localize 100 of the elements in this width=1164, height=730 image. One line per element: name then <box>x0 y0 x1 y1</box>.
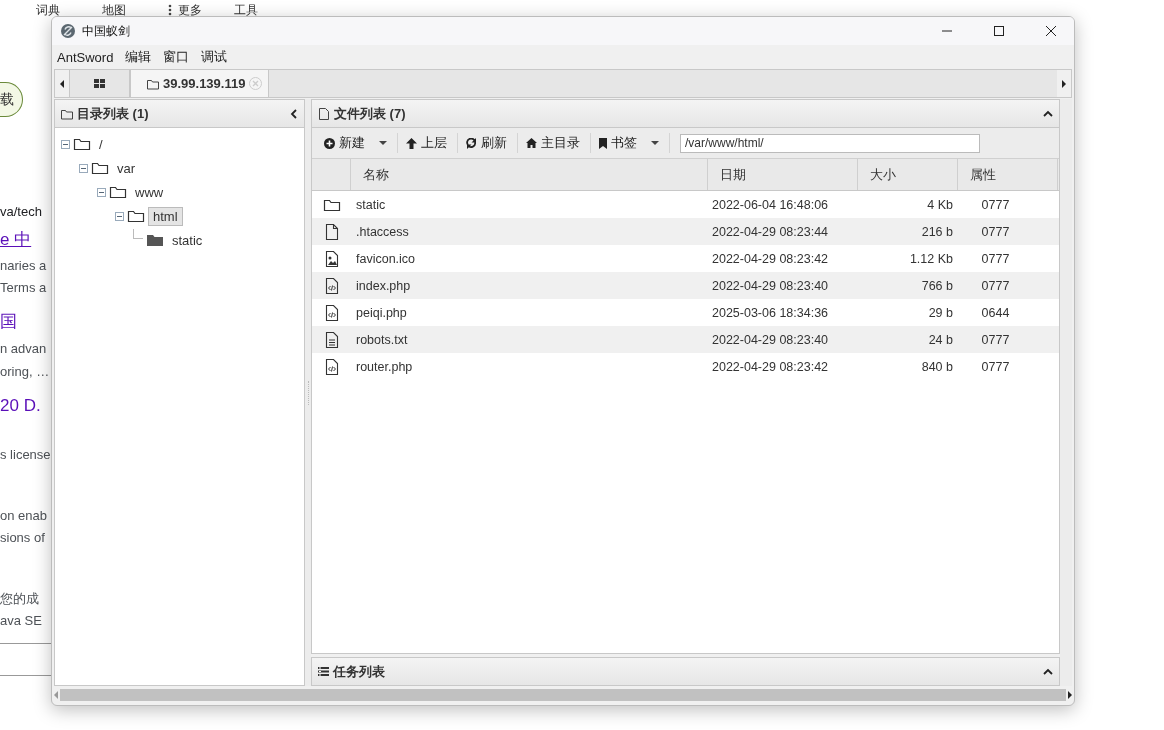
menu-item[interactable]: 窗口 <box>163 48 190 66</box>
result-link[interactable]: 国 <box>0 312 17 332</box>
table-cell-text: 0777 <box>980 331 1011 349</box>
collapse-toggle[interactable] <box>97 187 106 197</box>
panel-title: 目录列表 (1) <box>77 104 150 123</box>
snippet-text: sions of <box>0 530 45 546</box>
table-cell-text: 840 b <box>920 358 954 376</box>
list-icon <box>318 667 329 676</box>
close-icon <box>249 77 263 90</box>
bookmark-icon <box>599 137 607 149</box>
table-cell-text: 0777 <box>980 358 1011 376</box>
table-cell-text: 0777 <box>980 196 1011 214</box>
scroll-left-button[interactable] <box>55 70 69 97</box>
table-cell-text: 0777 <box>980 223 1011 241</box>
window-title: 中国蚁剑 <box>82 22 131 40</box>
snippet-text: Terms a <box>0 280 47 296</box>
panel-title: 文件列表 (7) <box>334 104 407 123</box>
snippet-text: s license <box>0 447 51 463</box>
pill-button[interactable]: 载 <box>0 82 23 117</box>
snippet-text: 您的成 <box>0 591 39 607</box>
table-cell-text: 0777 <box>980 277 1011 295</box>
snippet-text: n advan <box>0 341 47 357</box>
maximize-icon <box>994 26 1004 36</box>
file-name[interactable]: peiqi.php <box>351 299 708 326</box>
table-cell-text: 766 b <box>920 277 954 295</box>
table-cell-text: 2022-04-29 08:23:44 <box>711 223 830 241</box>
column-header[interactable]: 大小 <box>858 159 958 190</box>
table-cell-text: 24 b <box>927 331 954 349</box>
table-cell-text: 2022-04-29 08:23:40 <box>711 331 830 349</box>
close-icon <box>1046 26 1056 36</box>
tree-item[interactable]: html <box>148 206 183 226</box>
collapse-toggle[interactable] <box>115 211 124 221</box>
folder-icon <box>61 107 73 120</box>
tab[interactable]: 39.99.139.119 <box>130 70 270 97</box>
snippet-text: naries a <box>0 258 47 274</box>
toolbar-button[interactable]: 刷新 <box>458 133 518 153</box>
nav-link[interactable]: 词典 <box>36 4 102 16</box>
nav-link[interactable]: 地图 <box>102 4 168 16</box>
result-link[interactable]: 20 D. <box>0 396 41 416</box>
result-link[interactable]: e 中 <box>0 230 32 250</box>
grid-icon <box>94 79 105 88</box>
toolbar-button[interactable]: 主目录 <box>518 133 591 153</box>
collapse-icon[interactable] <box>1043 109 1053 118</box>
app-logo-icon <box>60 23 76 39</box>
column-header[interactable]: 名称 <box>351 159 708 190</box>
table-cell-text: 2022-04-29 08:23:42 <box>711 358 830 376</box>
url-text: va/tech <box>0 204 42 220</box>
snippet-text: ava SE <box>0 613 42 629</box>
home-icon <box>526 138 537 148</box>
tree-item[interactable]: static <box>167 230 208 250</box>
toolbar-button[interactable]: 上层 <box>398 133 458 153</box>
tree-item[interactable]: / <box>94 134 108 154</box>
menu-item[interactable]: 编辑 <box>125 48 152 66</box>
refresh-icon <box>466 137 477 149</box>
menu-item[interactable]: AntSword <box>57 49 114 65</box>
toolbar-button[interactable]: 书签 <box>591 133 670 153</box>
table-cell-text: 2022-04-29 08:23:40 <box>711 277 830 295</box>
folder-icon <box>91 160 109 176</box>
column-header[interactable]: 属性 <box>958 159 1058 190</box>
file-name[interactable]: robots.txt <box>351 326 708 353</box>
plus-icon <box>324 137 335 149</box>
file-name[interactable]: router.php <box>351 353 708 380</box>
table-cell-text: 4 Kb <box>926 196 954 214</box>
table-cell-text: 2022-04-29 08:23:42 <box>711 250 830 268</box>
toolbar-button[interactable]: 新建 <box>316 133 398 153</box>
collapse-icon[interactable] <box>290 108 298 119</box>
file-name[interactable]: static <box>351 191 708 218</box>
tree-item[interactable]: www <box>130 182 169 202</box>
expand-icon[interactable] <box>1043 667 1053 676</box>
scroll-right-button[interactable] <box>1057 70 1071 97</box>
table-cell-text: 1.12 Kb <box>908 250 954 268</box>
left-arrow-icon <box>60 79 64 88</box>
table-cell-text: 2022-06-04 16:48:06 <box>711 196 830 214</box>
file-icon <box>318 107 330 120</box>
snippet-text: oring, … <box>0 364 50 380</box>
tree-item[interactable]: var <box>112 158 141 178</box>
table-cell-text: 0644 <box>980 304 1011 322</box>
folder-icon <box>146 232 164 248</box>
collapse-toggle[interactable] <box>61 139 70 149</box>
path-field[interactable]: /var/www/html/ <box>680 133 980 153</box>
more-icon <box>168 4 172 16</box>
left-arrow-icon <box>54 691 58 699</box>
table-cell-text: 2025-03-06 18:34:36 <box>711 304 830 322</box>
tab[interactable] <box>69 70 130 97</box>
folder-icon <box>109 184 127 200</box>
file-name[interactable]: favicon.ico <box>351 245 708 272</box>
up-arrow-icon <box>406 137 417 149</box>
collapse-toggle[interactable] <box>79 163 88 173</box>
folder-icon <box>127 208 145 224</box>
file-name[interactable]: index.php <box>351 272 708 299</box>
menu-item[interactable]: 调试 <box>201 48 228 66</box>
nav-link[interactable]: 更多 <box>168 4 234 16</box>
folder-icon <box>147 77 159 90</box>
column-header[interactable]: 日期 <box>708 159 858 190</box>
file-name[interactable]: .htaccess <box>351 218 708 245</box>
nav-link[interactable]: 工具 <box>234 4 300 16</box>
table-cell-text: 216 b <box>920 223 954 241</box>
right-arrow-icon <box>1062 79 1066 88</box>
scrollbar-thumb[interactable] <box>60 689 1066 701</box>
table-cell-text: 29 b <box>927 304 954 322</box>
